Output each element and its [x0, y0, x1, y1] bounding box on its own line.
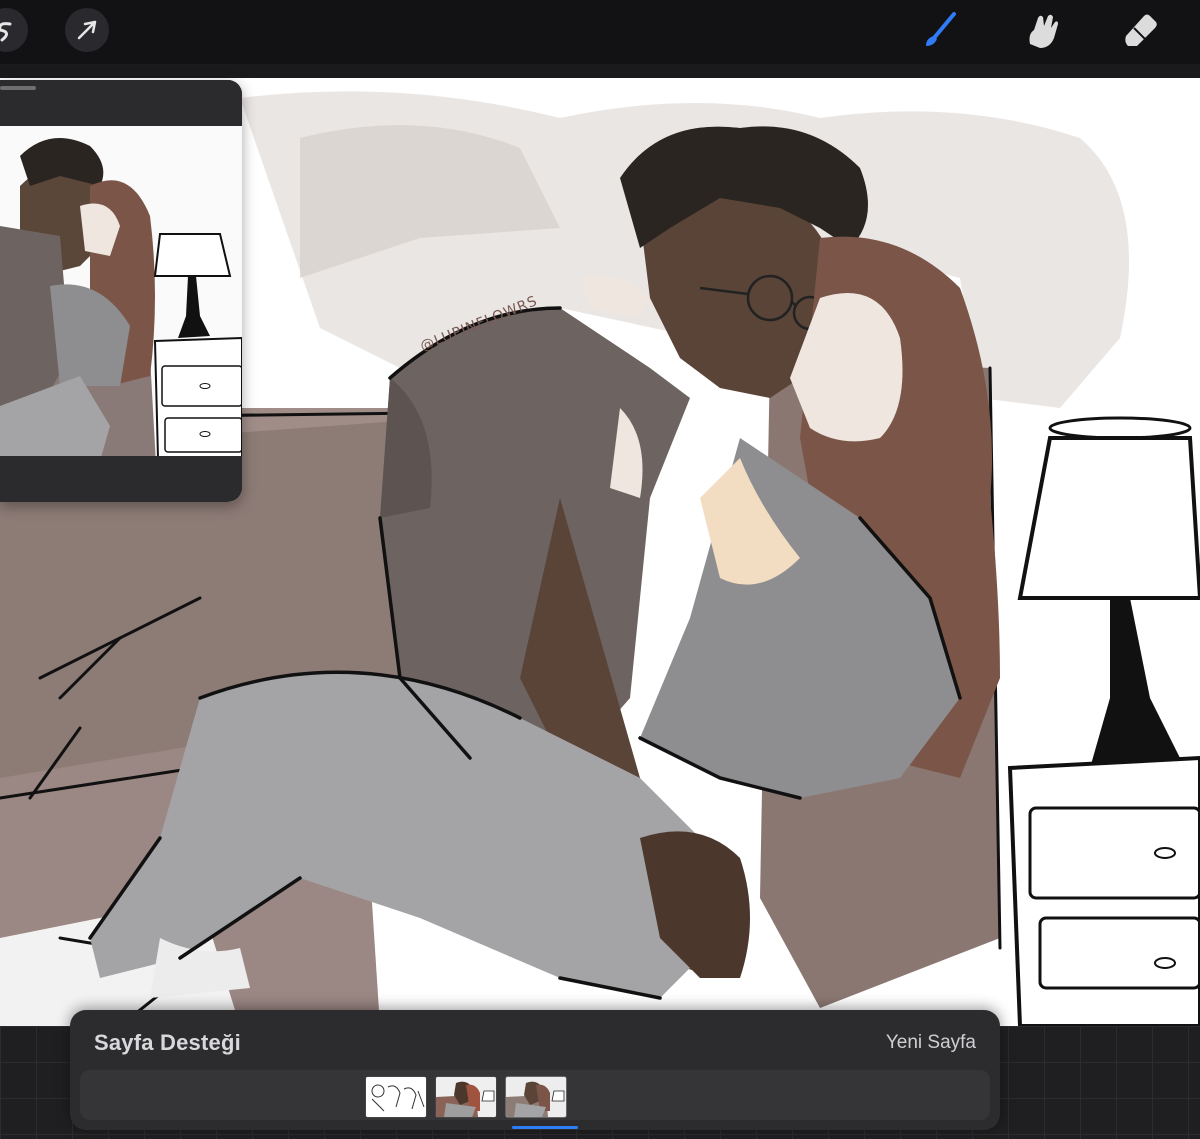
smudge-button[interactable]	[1020, 8, 1064, 52]
page-support-panel: Sayfa Desteği Yeni Sayfa	[70, 1010, 1000, 1130]
reference-grabber-handle[interactable]	[0, 86, 36, 90]
reference-window-footer	[0, 456, 242, 502]
page-thumbnail-2[interactable]	[435, 1076, 497, 1118]
page-thumbnail-3[interactable]	[505, 1076, 567, 1118]
page-support-title: Sayfa Desteği	[94, 1030, 241, 1055]
smudge-icon	[1029, 14, 1058, 48]
top-toolbar	[0, 0, 1200, 64]
selection-s-icon	[0, 22, 12, 42]
reference-image	[0, 126, 242, 502]
transform-arrow-icon	[77, 20, 97, 40]
transform-button[interactable]	[65, 8, 109, 52]
reference-window[interactable]	[0, 80, 242, 502]
eraser-button[interactable]	[1118, 8, 1162, 52]
selected-page-indicator	[512, 1126, 578, 1129]
brush-icon	[926, 12, 956, 46]
new-page-button[interactable]: Yeni Sayfa	[886, 1032, 976, 1054]
reference-window-header[interactable]	[0, 80, 242, 126]
brush-button[interactable]	[918, 8, 962, 52]
page-thumbnail-strip[interactable]	[80, 1070, 990, 1129]
eraser-icon	[1125, 14, 1157, 46]
selection-button[interactable]	[0, 8, 28, 52]
toolbar-divider	[0, 64, 1200, 78]
page-thumbnail-1[interactable]	[365, 1076, 427, 1118]
